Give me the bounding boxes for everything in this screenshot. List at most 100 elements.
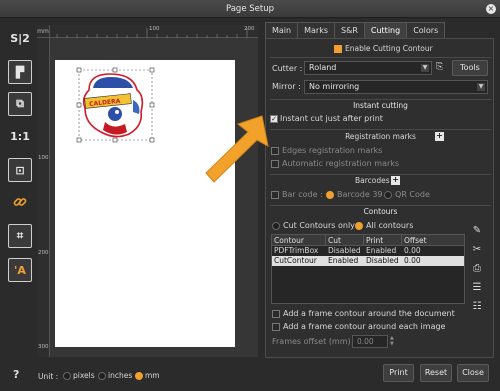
divider <box>270 129 491 130</box>
ruler-top-label: 200 <box>244 26 255 32</box>
frame-document-label: Add a frame contour around the document <box>283 309 455 318</box>
table-row[interactable]: CutContour Enabled Disabled 0.00 <box>272 256 464 266</box>
scissors-icon[interactable]: ✂ <box>469 241 485 257</box>
cut-contours-only-radio[interactable] <box>272 222 280 230</box>
tab-main[interactable]: Main <box>265 22 299 38</box>
reset-button[interactable]: Reset <box>420 364 452 382</box>
export-icon[interactable]: ⧉ <box>8 92 32 116</box>
left-toolbar: S|2 ▛ ⧉ 1:1 ⊡ ⌗ 'A <box>4 24 36 289</box>
ruler-top-ticks <box>56 28 248 38</box>
link-shape <box>13 198 27 206</box>
frames-offset-input[interactable]: 0.00 <box>352 335 388 348</box>
center-icon[interactable]: ⌗ <box>8 224 32 248</box>
fit-page-icon[interactable]: ⊡ <box>8 158 32 182</box>
printer-icon[interactable]: ⎙ <box>469 260 485 276</box>
mirror-select[interactable]: No mirroring ▼ <box>304 80 488 94</box>
tab-cutting[interactable]: Cutting <box>363 22 408 38</box>
table-cell: PDFTrimBox <box>274 246 319 255</box>
page-preview[interactable]: mm 100 200 100 200 300 CALDERA <box>37 25 258 357</box>
column-header[interactable]: Cut <box>326 235 364 245</box>
edit-pencil-icon[interactable]: ✎ <box>469 222 485 238</box>
mirror-value: No mirroring <box>309 82 360 91</box>
close-button[interactable]: Close <box>457 364 489 382</box>
unit-inches-radio[interactable] <box>98 372 106 380</box>
divider <box>270 99 491 100</box>
table-cell: Enabled <box>328 256 359 265</box>
one-to-one-icon[interactable]: 1:1 <box>8 124 32 148</box>
close-window-icon[interactable]: × <box>486 4 496 14</box>
divider <box>270 205 491 206</box>
unit-mm-radio[interactable] <box>135 372 143 380</box>
column-header[interactable]: Offset <box>402 235 464 245</box>
ruler-left-label: 200 <box>38 250 49 256</box>
table-row[interactable]: PDFTrimBox Disabled Enabled 0.00 <box>272 246 464 256</box>
bottom-bar: ? Unit : pixels inches mm Print Reset Cl… <box>0 360 500 391</box>
contours-header: Contours <box>363 207 398 216</box>
barcode-39-label: Barcode 39 <box>337 190 383 199</box>
list-cross-icon[interactable]: ☷ <box>469 298 485 314</box>
frame-image-label: Add a frame contour around each image <box>283 322 446 331</box>
title-bar: Page Setup × <box>0 0 500 18</box>
tools-button[interactable]: Tools <box>452 60 488 76</box>
tab-marks[interactable]: Marks <box>297 22 336 38</box>
barcodes-add-icon[interactable]: + <box>391 176 400 185</box>
all-contours-label: All contours <box>366 221 414 230</box>
print-button[interactable]: Print <box>383 364 414 382</box>
help-icon[interactable]: ? <box>13 368 19 381</box>
sticker-image: CALDERA <box>82 73 144 138</box>
ruler-top-label: 100 <box>149 26 160 32</box>
all-contours-radio[interactable] <box>355 222 363 230</box>
list-check-icon[interactable]: ☰ <box>469 279 485 295</box>
automatic-registration-label: Automatic registration marks <box>282 159 400 168</box>
column-header[interactable]: Contour <box>272 235 326 245</box>
window-title: Page Setup <box>225 4 275 14</box>
stepper-arrows-icon[interactable]: ▲ ▼ <box>390 335 398 348</box>
qr-code-radio[interactable] <box>384 191 392 199</box>
size-icon[interactable]: S|2 <box>8 26 32 50</box>
tab-bar: Main Marks S&R Cutting Colors <box>265 22 446 38</box>
cutter-settings-icon[interactable]: ⎘ <box>436 62 446 74</box>
table-cell: 0.00 <box>404 256 421 265</box>
cutting-panel: Enable Cutting Contour Cutter : Roland ▼… <box>265 38 494 358</box>
table-cell: Enabled <box>366 246 397 255</box>
registration-add-icon[interactable]: + <box>435 132 444 141</box>
registration-header-row: Registration marks <box>266 132 495 141</box>
barcode-39-radio[interactable] <box>326 191 334 199</box>
unit-inches-label: inches <box>108 371 133 380</box>
frames-offset-label: Frames offset (mm) : <box>272 337 356 346</box>
pointer-arrow-icon <box>205 115 269 183</box>
tab-s-and-r[interactable]: S&R <box>334 22 365 38</box>
align-icon[interactable]: ▛ <box>8 60 32 84</box>
table-cell: 0.00 <box>404 246 421 255</box>
contours-table[interactable]: Contour Cut Print Offset PDFTrimBox Disa… <box>271 234 465 304</box>
unit-mm-label: mm <box>145 371 160 380</box>
cut-contours-only-label: Cut Contours only <box>283 221 355 230</box>
barcode-checkbox[interactable] <box>271 191 279 199</box>
cutter-select[interactable]: Roland ▼ <box>304 61 432 75</box>
ruler-top <box>37 25 258 38</box>
enable-cutting-label: Enable Cutting Contour <box>345 44 433 53</box>
divider <box>270 57 491 58</box>
frames-offset-value: 0.00 <box>357 337 374 346</box>
text-a-icon[interactable]: 'A <box>8 258 32 282</box>
cutter-value: Roland <box>309 63 337 72</box>
table-cell: Disabled <box>366 256 399 265</box>
tab-colors[interactable]: Colors <box>406 22 446 38</box>
edges-registration-label: Edges registration marks <box>282 146 383 155</box>
contour-actions: ✎ ✂ ⎙ ☰ ☷ <box>469 222 487 317</box>
chevron-down-icon: ▼ <box>477 83 485 91</box>
registration-marks-header: Registration marks <box>345 132 416 141</box>
ruler-left-label: 100 <box>38 155 49 161</box>
frame-image-checkbox[interactable] <box>272 323 280 331</box>
link-icon[interactable] <box>8 190 32 214</box>
instant-cutting-header: Instant cutting <box>353 101 408 110</box>
frame-document-checkbox[interactable] <box>272 310 280 318</box>
cutter-label: Cutter : <box>272 64 303 73</box>
table-header: Contour Cut Print Offset <box>272 235 464 246</box>
barcode-label: Bar code : <box>282 190 323 199</box>
enable-cutting-checkbox[interactable] <box>334 45 342 53</box>
column-header[interactable]: Print <box>364 235 402 245</box>
unit-pixels-label: pixels <box>73 371 95 380</box>
print-page[interactable]: CALDERA <box>55 60 235 347</box>
unit-pixels-radio[interactable] <box>63 372 71 380</box>
